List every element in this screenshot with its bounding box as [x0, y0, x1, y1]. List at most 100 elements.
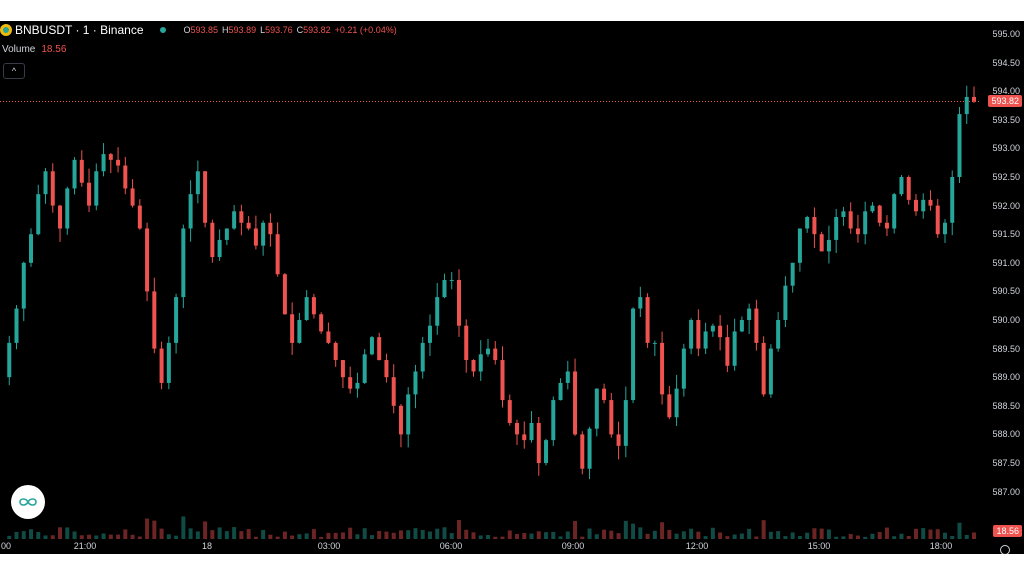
volume-bar: [710, 527, 715, 539]
candle-body: [493, 348, 498, 361]
candle-body: [580, 434, 585, 469]
candle-body: [181, 228, 186, 298]
candle-body: [435, 297, 440, 326]
candle-body: [565, 371, 570, 383]
candle-body: [304, 297, 309, 320]
logo-icon[interactable]: [11, 485, 45, 519]
volume-value: 18.56: [41, 44, 67, 55]
candle-body: [848, 211, 853, 229]
volume-bar: [776, 531, 781, 539]
volume-bar: [602, 529, 607, 539]
candle-body: [790, 262, 795, 286]
symbol-title[interactable]: BNBUSDT · 1 · Binance: [15, 23, 144, 37]
candle-body: [899, 177, 904, 195]
volume-bar: [311, 529, 316, 539]
candle-body: [50, 171, 55, 206]
candle-body: [812, 217, 817, 235]
candle-body: [101, 154, 106, 172]
candle-body: [94, 171, 99, 206]
volume-bar: [246, 529, 251, 539]
candle-body: [377, 337, 382, 361]
candle-body: [108, 154, 113, 160]
volume-bar: [667, 529, 672, 539]
volume-bar: [181, 516, 186, 539]
candle-body: [152, 291, 157, 349]
volume-bar: [398, 530, 403, 539]
candle-body: [203, 171, 208, 223]
candlestick-plot: [0, 85, 980, 539]
volume-bar: [761, 520, 766, 539]
candle-body: [195, 171, 200, 195]
candle-body: [326, 331, 331, 343]
candle-body: [732, 331, 737, 366]
candle-body: [369, 337, 374, 355]
volume-bar: [36, 532, 41, 539]
price-axis-label: 589.00: [992, 372, 1020, 383]
candle-body: [311, 297, 316, 315]
volume-bar: [348, 527, 353, 539]
candle-body: [652, 342, 657, 344]
plot-area[interactable]: [0, 21, 980, 539]
candle-body: [333, 342, 338, 361]
volume-label: Volume: [2, 44, 36, 55]
candle-body: [14, 308, 19, 343]
volume-bar: [14, 531, 19, 539]
candle-body: [667, 394, 672, 418]
candle-body: [761, 342, 766, 395]
volume-bar: [442, 527, 447, 539]
candle-body: [384, 360, 389, 378]
settings-icon[interactable]: [1000, 545, 1010, 554]
candle-body: [7, 342, 12, 378]
high-value: 593.89: [228, 25, 257, 35]
price-axis-label: 590.00: [992, 315, 1020, 325]
volume-bar: [159, 528, 164, 539]
volume-bar: [877, 532, 882, 539]
candle-body: [957, 114, 962, 177]
price-axis-label: 592.00: [992, 200, 1020, 211]
volume-bar: [413, 528, 418, 539]
candle-body: [210, 222, 215, 258]
candle-body: [522, 434, 527, 441]
volume-bar: [747, 528, 752, 539]
candle-body: [921, 199, 926, 212]
candle-body: [645, 297, 650, 343]
candle-body: [964, 96, 969, 115]
price-axis-label: 594.50: [992, 57, 1020, 68]
candle-body: [689, 320, 694, 349]
candle-body: [718, 325, 723, 338]
candle-body: [623, 400, 628, 446]
time-axis-label: 21:00: [73, 541, 97, 551]
volume-bar: [145, 518, 150, 539]
volume-bar: [72, 531, 77, 539]
collapse-legend-button[interactable]: ^: [3, 63, 25, 79]
price-axis-label: 590.50: [992, 286, 1020, 297]
candle-body: [805, 217, 810, 229]
volume-bar: [768, 531, 773, 539]
candle-body: [58, 205, 63, 229]
candle-body: [906, 177, 911, 200]
volume-bar: [21, 531, 26, 539]
price-axis[interactable]: 595.00 594.50 594.00 593.50 593.00 592.50 592.…: [980, 21, 1024, 554]
volume-bar: [638, 527, 643, 539]
price-axis-label: 587.50: [992, 458, 1020, 468]
volume-bar: [203, 521, 208, 539]
candle-body: [232, 211, 237, 229]
volume-legend[interactable]: Volume 18.56: [2, 44, 66, 55]
candle-body: [420, 342, 425, 372]
volume-bar: [188, 528, 193, 539]
candle-body: [747, 308, 752, 320]
volume-bar: [464, 529, 469, 539]
candle-body: [972, 96, 976, 102]
candle-body: [486, 348, 490, 355]
time-axis[interactable]: 00 21:00 18 03:00 06:00 09:00 12:00 15:00 18:00: [0, 539, 980, 554]
price-axis-label: 593.00: [992, 143, 1020, 154]
time-axis-label: 06:00: [439, 541, 463, 551]
candle-body: [826, 239, 831, 252]
candle-body: [710, 325, 715, 332]
volume-bar: [681, 531, 686, 539]
infinity-logo-icon: [19, 498, 37, 506]
volume-bar: [29, 529, 34, 539]
candle-body: [776, 320, 781, 349]
volume-bar: [928, 529, 933, 539]
volume-bar: [420, 529, 425, 539]
